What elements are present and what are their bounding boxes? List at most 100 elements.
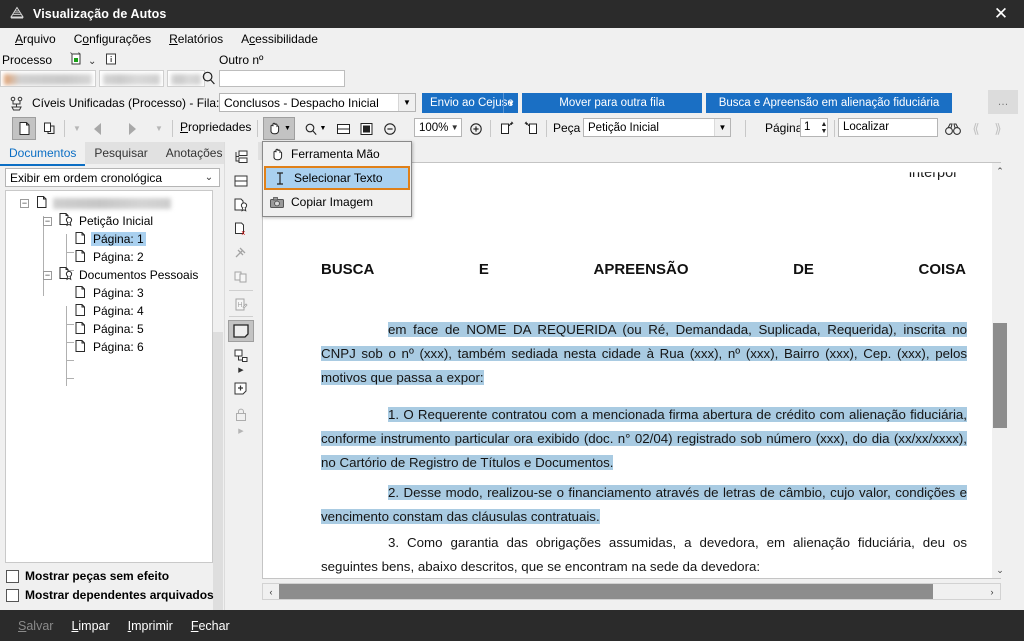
rotate-left-icon[interactable]	[520, 117, 542, 140]
chevron-down-icon[interactable]: ⌄	[199, 172, 219, 183]
hand-tool-dropdown-menu[interactable]: Ferramenta Mão Selecionar Texto Copiar I…	[262, 141, 412, 217]
document-tree[interactable]: − − Petição Inicial Página: 1 Página: 2 …	[5, 190, 213, 563]
imprimir-button[interactable]: Imprimir	[128, 619, 173, 633]
outro-numero-input[interactable]	[219, 70, 345, 87]
duplicate-icon[interactable]	[38, 117, 60, 140]
tree-node-pagina-5[interactable]: Página: 5	[74, 320, 146, 338]
chevron-down-icon[interactable]: ⌄	[88, 56, 96, 67]
viewer-horizontal-scrollbar[interactable]: ‹ ›	[262, 583, 1001, 600]
zoom-in-icon[interactable]	[466, 117, 486, 140]
scroll-thumb[interactable]	[279, 584, 933, 599]
chevron-down-icon[interactable]: ▼	[714, 119, 730, 136]
copy-process-icon[interactable]	[68, 51, 84, 70]
collapse-tree-icon[interactable]	[228, 170, 254, 192]
zoom-level-select[interactable]: 100% ▼	[414, 118, 462, 137]
more-options-icon[interactable]: ▶	[228, 365, 254, 375]
page-canvas[interactable]: interpor BUSCA E APREENSÃO DE COISA em f…	[262, 162, 1001, 579]
binoculars-icon[interactable]	[942, 117, 964, 140]
chevron-down-icon[interactable]: ▼	[448, 123, 461, 132]
order-select-value: Exibir em ordem cronológica	[10, 170, 163, 185]
hand-tool-icon[interactable]: ▼	[263, 117, 295, 140]
tree-node-pagina-2[interactable]: Página: 2	[74, 248, 146, 266]
checkbox-mostrar-pecas-sem-efeito[interactable]: Mostrar peças sem efeito	[6, 569, 214, 583]
tree-node-peticao-inicial[interactable]: − Petição Inicial	[43, 212, 155, 230]
fit-page-icon[interactable]	[355, 117, 377, 140]
add-doc-icon[interactable]	[228, 378, 254, 400]
tree-expander-icon[interactable]: −	[43, 270, 52, 280]
search-icon[interactable]	[201, 70, 217, 89]
menu-item-ferramenta-mao[interactable]: Ferramenta Mão	[263, 142, 411, 166]
tree-expander-icon[interactable]: −	[20, 198, 29, 208]
menu-arquivo[interactable]: Arquivo	[6, 30, 65, 48]
tree-node-label: Petição Inicial	[79, 214, 154, 228]
tree-expander-icon[interactable]: −	[43, 216, 52, 226]
remove-doc-icon[interactable]: x	[228, 218, 254, 240]
prev-page-icon[interactable]	[86, 117, 110, 140]
signed-doc-icon	[58, 212, 74, 230]
envio-cejusc-button[interactable]: Envio ao Cejusc ▼	[422, 93, 518, 113]
fechar-button[interactable]: Fechar	[191, 619, 230, 633]
tree-line	[66, 324, 74, 325]
processo-field-1[interactable]	[0, 70, 96, 87]
tab-anotacoes[interactable]: Anotações	[156, 142, 232, 164]
zoom-out-icon[interactable]	[380, 117, 400, 140]
tree-node-pagina-6[interactable]: Página: 6	[74, 338, 146, 356]
mover-outra-fila-button[interactable]: Mover para outra fila	[522, 93, 702, 113]
next-page-icon[interactable]	[120, 117, 144, 140]
toolbar-overflow-button[interactable]: …	[988, 90, 1018, 114]
info-icon[interactable]	[104, 52, 118, 69]
link-doc-icon[interactable]	[228, 345, 254, 367]
busca-apreensao-button[interactable]: Busca e Apreensão em alienação fiduciári…	[706, 93, 952, 113]
expand-tree-icon[interactable]	[228, 146, 254, 168]
chevron-down-icon[interactable]: ▼	[503, 93, 518, 113]
tree-line	[66, 342, 74, 343]
menu-item-copiar-imagem[interactable]: Copiar Imagem	[263, 190, 411, 214]
chevron-down-icon[interactable]: ▼	[398, 94, 415, 111]
close-icon[interactable]: ✕	[978, 0, 1024, 28]
fit-width-icon[interactable]	[332, 117, 354, 140]
processo-field-3[interactable]	[167, 70, 205, 87]
scroll-down-icon[interactable]: ⌄	[992, 562, 1008, 578]
stepper-up-icon[interactable]: ▲	[821, 121, 828, 128]
pagina-stepper[interactable]: ▲ ▼	[818, 118, 830, 137]
zoom-tool-icon[interactable]: ▼	[300, 117, 330, 140]
tree-line	[66, 252, 74, 253]
menu-item-selecionar-texto[interactable]: Selecionar Texto	[264, 166, 410, 190]
scroll-left-icon[interactable]: ‹	[263, 584, 279, 599]
viewer-vertical-scrollbar[interactable]: ⌃ ⌄	[992, 163, 1008, 578]
salvar-button[interactable]: Salvar	[18, 619, 53, 633]
stepper-down-icon[interactable]: ▼	[821, 128, 828, 135]
new-document-icon[interactable]	[12, 117, 36, 140]
tree-node-root[interactable]: −	[20, 194, 171, 212]
localizar-input[interactable]: Localizar	[838, 118, 938, 137]
order-select[interactable]: Exibir em ordem cronológica ⌄	[5, 168, 220, 187]
menu-configuracoes[interactable]: Configurações	[65, 30, 160, 48]
menu-relatorios[interactable]: Relatórios	[160, 30, 232, 48]
checkbox-mostrar-dependentes-arquivados[interactable]: Mostrar dependentes arquivados	[6, 588, 214, 602]
find-next-icon[interactable]: ⟫	[988, 117, 1008, 140]
tree-node-pagina-1[interactable]: Página: 1	[74, 230, 146, 248]
scroll-right-icon[interactable]: ›	[984, 584, 1000, 599]
checkbox-box[interactable]	[6, 588, 19, 602]
tab-pesquisar[interactable]: Pesquisar	[85, 142, 157, 164]
menu-acessibilidade[interactable]: Acessibilidade	[232, 30, 327, 48]
tree-node-documentos-pessoais[interactable]: − Documentos Pessoais	[43, 266, 200, 284]
tree-scrollbar[interactable]	[213, 332, 223, 641]
signed-doc-icon[interactable]	[228, 194, 254, 216]
queue-select[interactable]: Conclusos - Despacho Inicial ▼	[219, 93, 416, 112]
propriedades-button[interactable]: Propriedades	[180, 120, 251, 134]
tree-node-pagina-4[interactable]: Página: 4	[74, 302, 146, 320]
checkbox-box[interactable]	[6, 569, 19, 583]
tab-documentos[interactable]: Documentos	[0, 142, 86, 166]
rotate-right-icon[interactable]	[496, 117, 518, 140]
peca-select[interactable]: Petição Inicial ▼	[583, 118, 731, 137]
processo-field-2[interactable]	[99, 70, 164, 87]
tree-node-pagina-3[interactable]: Página: 3	[74, 284, 146, 302]
svg-text:x: x	[242, 230, 246, 237]
scroll-thumb[interactable]	[993, 323, 1007, 428]
page-shape-icon[interactable]	[228, 320, 254, 342]
find-prev-icon[interactable]: ⟪	[966, 117, 986, 140]
scroll-up-icon[interactable]: ⌃	[992, 163, 1008, 179]
processo-label: Processo	[2, 53, 53, 67]
limpar-button[interactable]: Limpar	[71, 619, 109, 633]
